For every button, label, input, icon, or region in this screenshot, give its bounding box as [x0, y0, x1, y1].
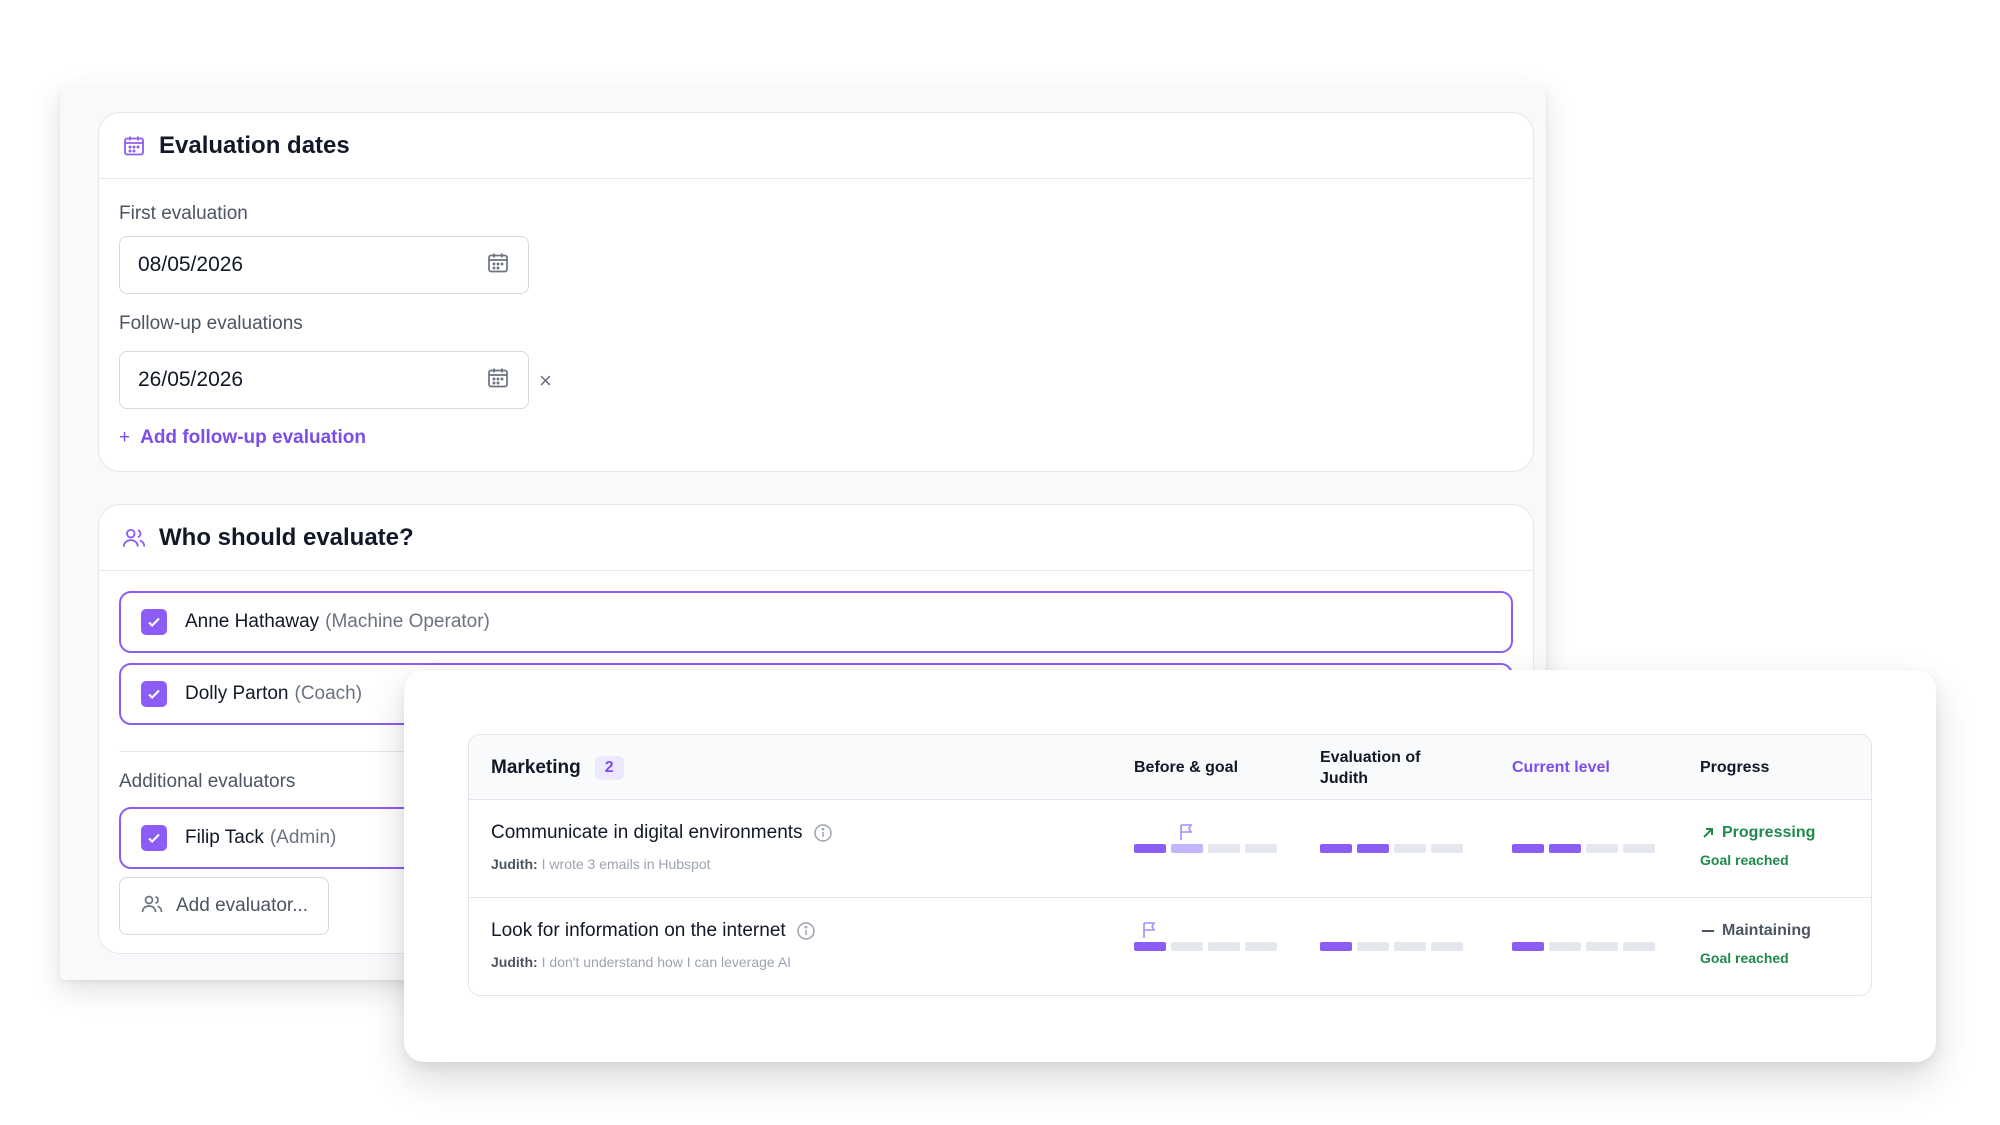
skill-name: Communicate in digital environments: [491, 822, 833, 844]
level-bar-segment: [1245, 844, 1277, 853]
goal-status: Goal reached: [1700, 852, 1789, 868]
arrow-up-right-icon: [1700, 825, 1716, 841]
evaluator-role: (Admin): [269, 827, 337, 848]
followup-evaluation-date-value: 26/05/2026: [138, 368, 244, 391]
first-evaluation-date-input[interactable]: 08/05/2026: [119, 236, 529, 294]
level-bar-segment: [1394, 844, 1426, 853]
followup-evaluation-date-input[interactable]: 26/05/2026: [119, 351, 529, 409]
progress-status-text: Maintaining: [1722, 922, 1811, 939]
who-should-evaluate-header: Who should evaluate?: [99, 505, 1533, 571]
level-bar-segment: [1549, 844, 1581, 853]
add-evaluator-button[interactable]: Add evaluator...: [119, 877, 329, 935]
level-bar-segment: [1512, 942, 1544, 951]
stage: Evaluation dates First evaluation 08/05/…: [0, 0, 2000, 1125]
progress-status-text: Progressing: [1722, 824, 1816, 841]
remove-followup-button[interactable]: ×: [539, 370, 552, 392]
table-row[interactable]: Look for information on the internet Jud…: [469, 898, 1871, 995]
evaluator-role: (Machine Operator): [325, 611, 490, 632]
before-goal-bars: [1134, 922, 1277, 951]
comment-author: Judith:: [491, 856, 538, 872]
column-current-level: Current level: [1512, 759, 1610, 776]
level-bar-segment: [1134, 844, 1166, 853]
calendar-picker-icon[interactable]: [486, 251, 510, 280]
level-bar-segment: [1394, 942, 1426, 951]
level-bar-segment: [1320, 942, 1352, 951]
level-bar-segment: [1623, 844, 1655, 853]
column-evaluation-line1: Evaluation of: [1320, 749, 1421, 766]
evaluation-bars: [1320, 844, 1463, 853]
level-bar-segment: [1586, 942, 1618, 951]
level-bar-segment: [1512, 844, 1544, 853]
dash-icon: [1700, 923, 1716, 939]
calendar-icon: [121, 133, 147, 159]
current-level-bars: [1512, 844, 1655, 853]
followup-evaluations-label: Follow-up evaluations: [119, 313, 303, 334]
before-goal-bars: [1134, 824, 1277, 853]
skill-name-text: Communicate in digital environments: [491, 822, 803, 843]
table-header: Marketing 2 Before & goal Evaluation of …: [469, 735, 1871, 800]
add-followup-evaluation-link[interactable]: + Add follow-up evaluation: [119, 427, 366, 449]
column-evaluation-line2: Judith: [1320, 770, 1368, 787]
add-evaluator-label: Add evaluator...: [176, 895, 309, 916]
first-evaluation-date-value: 08/05/2026: [138, 253, 244, 276]
evaluator-name: Dolly Parton: [185, 683, 289, 704]
first-evaluation-label: First evaluation: [119, 203, 248, 224]
users-icon: [121, 525, 147, 551]
level-bar-segment: [1208, 844, 1240, 853]
skills-table: Marketing 2 Before & goal Evaluation of …: [468, 734, 1872, 996]
level-bar-segment: [1549, 942, 1581, 951]
evaluator-checkbox[interactable]: [141, 681, 167, 707]
level-bar-segment: [1431, 942, 1463, 951]
user-plus-icon: [140, 892, 164, 921]
table-row[interactable]: Communicate in digital environments Judi…: [469, 800, 1871, 898]
evaluator-comment: Judith: I wrote 3 emails in Hubspot: [491, 856, 711, 872]
progress-status: Progressing: [1700, 824, 1815, 842]
category-count-badge: 2: [594, 756, 624, 780]
evaluator-name: Anne Hathaway: [185, 611, 320, 632]
level-bar-segment: [1208, 942, 1240, 951]
evaluator-row[interactable]: Anne Hathaway (Machine Operator): [119, 591, 1513, 653]
column-progress: Progress: [1700, 759, 1770, 776]
comment-text: I don't understand how I can leverage AI: [541, 954, 792, 970]
evaluator-name: Filip Tack: [185, 827, 264, 848]
level-bar-segment: [1245, 942, 1277, 951]
add-followup-label: Add follow-up evaluation: [140, 427, 366, 448]
column-evaluation-of-judith: Evaluation of Judith: [1320, 747, 1420, 789]
info-icon[interactable]: [813, 823, 833, 843]
skill-name-text: Look for information on the internet: [491, 920, 786, 941]
evaluator-role: (Coach): [294, 683, 363, 704]
category-name: Marketing: [491, 757, 581, 778]
goal-flag-icon: [1140, 920, 1160, 945]
plus-icon: +: [119, 427, 131, 448]
skills-overview-panel: Marketing 2 Before & goal Evaluation of …: [404, 670, 1936, 1062]
level-bar-segment: [1320, 844, 1352, 853]
comment-text: I wrote 3 emails in Hubspot: [541, 856, 711, 872]
level-bar-segment: [1623, 942, 1655, 951]
level-bar-segment: [1171, 942, 1203, 951]
evaluator-checkbox[interactable]: [141, 825, 167, 851]
current-level-bars: [1512, 942, 1655, 951]
column-before-goal: Before & goal: [1134, 759, 1239, 776]
category-heading: Marketing 2: [491, 756, 624, 780]
level-bar-segment: [1431, 844, 1463, 853]
level-bar-segment: [1357, 942, 1389, 951]
additional-evaluators-label: Additional evaluators: [119, 771, 296, 792]
evaluator-comment: Judith: I don't understand how I can leve…: [491, 954, 791, 970]
evaluation-dates-card: Evaluation dates First evaluation 08/05/…: [98, 112, 1534, 472]
evaluation-dates-header: Evaluation dates: [99, 113, 1533, 179]
evaluation-bars: [1320, 942, 1463, 951]
who-should-evaluate-title: Who should evaluate?: [159, 523, 414, 551]
level-bar-segment: [1586, 844, 1618, 853]
skill-name: Look for information on the internet: [491, 920, 816, 942]
goal-status: Goal reached: [1700, 950, 1789, 966]
evaluation-dates-title: Evaluation dates: [159, 131, 350, 159]
goal-flag-icon: [1177, 822, 1197, 847]
info-icon[interactable]: [796, 921, 816, 941]
level-bar-segment: [1357, 844, 1389, 853]
progress-status: Maintaining: [1700, 922, 1811, 940]
calendar-picker-icon[interactable]: [486, 366, 510, 395]
comment-author: Judith:: [491, 954, 538, 970]
evaluator-checkbox[interactable]: [141, 609, 167, 635]
